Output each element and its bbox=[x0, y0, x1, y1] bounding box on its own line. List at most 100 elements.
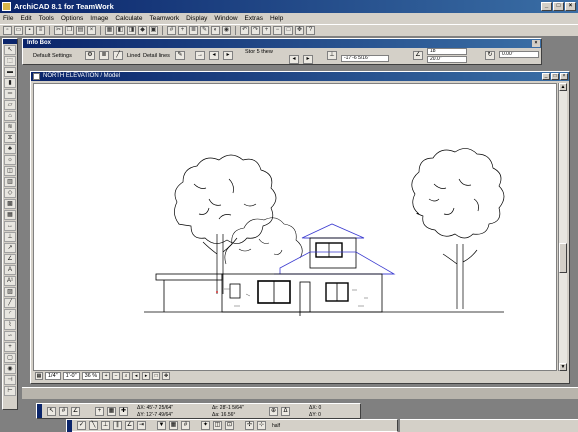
skylight-tool-icon[interactable]: ◇ bbox=[4, 188, 16, 198]
perpendicular-icon[interactable]: ⊥ bbox=[101, 421, 110, 430]
parallel-icon[interactable]: ∥ bbox=[113, 421, 122, 430]
zoom-in-icon[interactable]: + bbox=[262, 26, 271, 35]
layout-icon[interactable]: ▣ bbox=[149, 26, 158, 35]
special-snap-icon[interactable]: ⊹ bbox=[257, 421, 266, 430]
spline-tool-icon[interactable]: ∽ bbox=[4, 331, 16, 341]
elevation-icon[interactable]: ⊥ bbox=[327, 51, 337, 60]
window-close-button[interactable]: × bbox=[560, 73, 568, 80]
marker-icon[interactable]: ▸ bbox=[223, 51, 233, 60]
menu-file[interactable]: File bbox=[3, 13, 13, 24]
mesh-tool-icon[interactable]: ≋ bbox=[4, 122, 16, 132]
scale-icon[interactable]: ▦ bbox=[35, 372, 43, 380]
plus-icon[interactable]: + bbox=[95, 407, 104, 416]
grid-icon[interactable]: # bbox=[167, 26, 176, 35]
line-direction-icon[interactable]: ╲ bbox=[89, 421, 98, 430]
arrow-tool-icon[interactable]: ↖ bbox=[4, 45, 16, 55]
grid-snap-icon[interactable]: # bbox=[59, 407, 68, 416]
trace-icon[interactable]: ◫ bbox=[213, 421, 222, 430]
magic-wand-icon[interactable]: ✦ bbox=[201, 421, 210, 430]
menu-edit[interactable]: Edit bbox=[20, 13, 31, 24]
line-tool-icon[interactable]: ╱ bbox=[4, 298, 16, 308]
text-tool-icon[interactable]: A bbox=[4, 265, 16, 275]
grid-icon[interactable]: ▦ bbox=[107, 407, 116, 416]
3d-window-icon[interactable]: ◆ bbox=[138, 26, 147, 35]
open-file-icon[interactable]: ▭ bbox=[14, 26, 23, 35]
bisector-icon[interactable]: ∠ bbox=[125, 421, 134, 430]
size-field-a[interactable]: 18 bbox=[427, 48, 467, 55]
column-tool-icon[interactable]: ▮ bbox=[4, 78, 16, 88]
save-icon[interactable]: ▪ bbox=[25, 26, 34, 35]
previous-arrow-icon[interactable]: ◂ bbox=[289, 55, 299, 64]
paste-icon[interactable]: ▤ bbox=[76, 26, 85, 35]
next-arrow-icon[interactable]: ▸ bbox=[303, 55, 313, 64]
polyline-tool-icon[interactable]: ⌇ bbox=[4, 320, 16, 330]
elevation-tool-icon[interactable]: ⊢ bbox=[4, 386, 16, 396]
drawing-canvas[interactable] bbox=[33, 83, 557, 371]
pen-icon[interactable]: ✎ bbox=[175, 51, 185, 60]
zoom-in-icon[interactable]: + bbox=[102, 372, 111, 380]
fit-in-window-icon[interactable]: □ bbox=[152, 372, 161, 380]
next-zoom-icon[interactable]: ▸ bbox=[142, 372, 151, 380]
curtain-wall-tool-icon[interactable]: ▦ bbox=[4, 210, 16, 220]
snap-grid-icon[interactable]: ▦ bbox=[169, 421, 178, 430]
menu-image[interactable]: Image bbox=[90, 13, 108, 24]
hotspot-tool-icon[interactable]: + bbox=[4, 342, 16, 352]
layer-icon[interactable]: ≣ bbox=[99, 51, 109, 60]
size-field-b[interactable]: 20.0" bbox=[427, 56, 467, 63]
level-dimension-tool-icon[interactable]: ⊥ bbox=[4, 232, 16, 242]
maximize-button[interactable]: □ bbox=[553, 2, 564, 11]
origin-icon[interactable]: ⊕ bbox=[269, 407, 278, 416]
zoom-out-icon[interactable]: − bbox=[273, 26, 282, 35]
rotate-icon[interactable]: ↻ bbox=[485, 51, 495, 60]
linetype-value[interactable]: Lined bbox=[127, 53, 140, 59]
line-icon[interactable]: ╱ bbox=[113, 51, 123, 60]
pan-icon[interactable]: ✥ bbox=[162, 372, 171, 380]
toolbox-titlebar[interactable] bbox=[3, 39, 17, 44]
label-tool-icon[interactable]: A¹ bbox=[4, 276, 16, 286]
relative-icon[interactable]: Δ bbox=[281, 407, 290, 416]
window-maximize-button[interactable]: □ bbox=[551, 73, 559, 80]
scale-value-field[interactable]: 1'-0" bbox=[62, 372, 80, 380]
settings-icon[interactable]: ⚙ bbox=[85, 51, 95, 60]
beam-tool-icon[interactable]: ═ bbox=[4, 89, 16, 99]
info-box-close-button[interactable]: × bbox=[532, 40, 540, 47]
zoom-window-icon[interactable]: ⌕ bbox=[122, 372, 131, 380]
cross-icon[interactable]: ✚ bbox=[119, 407, 128, 416]
previous-zoom-icon[interactable]: ◂ bbox=[132, 372, 141, 380]
height-field[interactable]: -17'-6 5/16" bbox=[341, 55, 389, 62]
scroll-down-arrow-icon[interactable]: ▼ bbox=[559, 363, 567, 371]
menu-tools[interactable]: Tools bbox=[39, 13, 54, 24]
cursor-snap-icon[interactable]: ✢ bbox=[245, 421, 254, 430]
close-button[interactable]: × bbox=[565, 2, 576, 11]
construction-grid-icon[interactable]: # bbox=[181, 421, 190, 430]
control-box-handle[interactable] bbox=[67, 420, 72, 432]
dimension-tool-icon[interactable]: ↔ bbox=[4, 221, 16, 231]
lamp-tool-icon[interactable]: ☼ bbox=[4, 155, 16, 165]
render-icon[interactable]: ◐ bbox=[211, 26, 220, 35]
help-icon[interactable]: ? bbox=[306, 26, 315, 35]
scale-field[interactable]: 1/4" bbox=[45, 372, 61, 380]
default-settings-label[interactable]: Default Settings bbox=[33, 53, 72, 59]
menu-calculate[interactable]: Calculate bbox=[115, 13, 142, 24]
radial-dimension-tool-icon[interactable]: ↗ bbox=[4, 243, 16, 253]
minimize-button[interactable]: _ bbox=[541, 2, 552, 11]
menu-extras[interactable]: Extras bbox=[245, 13, 263, 24]
zoom-out-icon[interactable]: − bbox=[112, 372, 121, 380]
arrowhead-icon[interactable]: → bbox=[195, 51, 205, 60]
redo-icon[interactable]: ↷ bbox=[251, 26, 260, 35]
end-style-icon[interactable]: ◂ bbox=[209, 51, 219, 60]
snap-mode-label[interactable]: half bbox=[272, 423, 280, 429]
gravity-icon[interactable]: ▼ bbox=[157, 421, 166, 430]
door-tool-icon[interactable]: ◫ bbox=[4, 166, 16, 176]
section-icon[interactable]: ◧ bbox=[116, 26, 125, 35]
menu-options[interactable]: Options bbox=[61, 13, 83, 24]
check-icon[interactable]: ✓ bbox=[77, 421, 86, 430]
snap-icon[interactable]: + bbox=[178, 26, 187, 35]
window-tool-icon[interactable]: ▥ bbox=[4, 177, 16, 187]
elevation-icon[interactable]: ◨ bbox=[127, 26, 136, 35]
picture-tool-icon[interactable]: ▢ bbox=[4, 353, 16, 363]
marquee-tool-icon[interactable]: ⬚ bbox=[4, 56, 16, 66]
fill-tool-icon[interactable]: ▨ bbox=[4, 287, 16, 297]
undo-icon[interactable]: ↶ bbox=[240, 26, 249, 35]
camera-tool-icon[interactable]: ◉ bbox=[4, 364, 16, 374]
